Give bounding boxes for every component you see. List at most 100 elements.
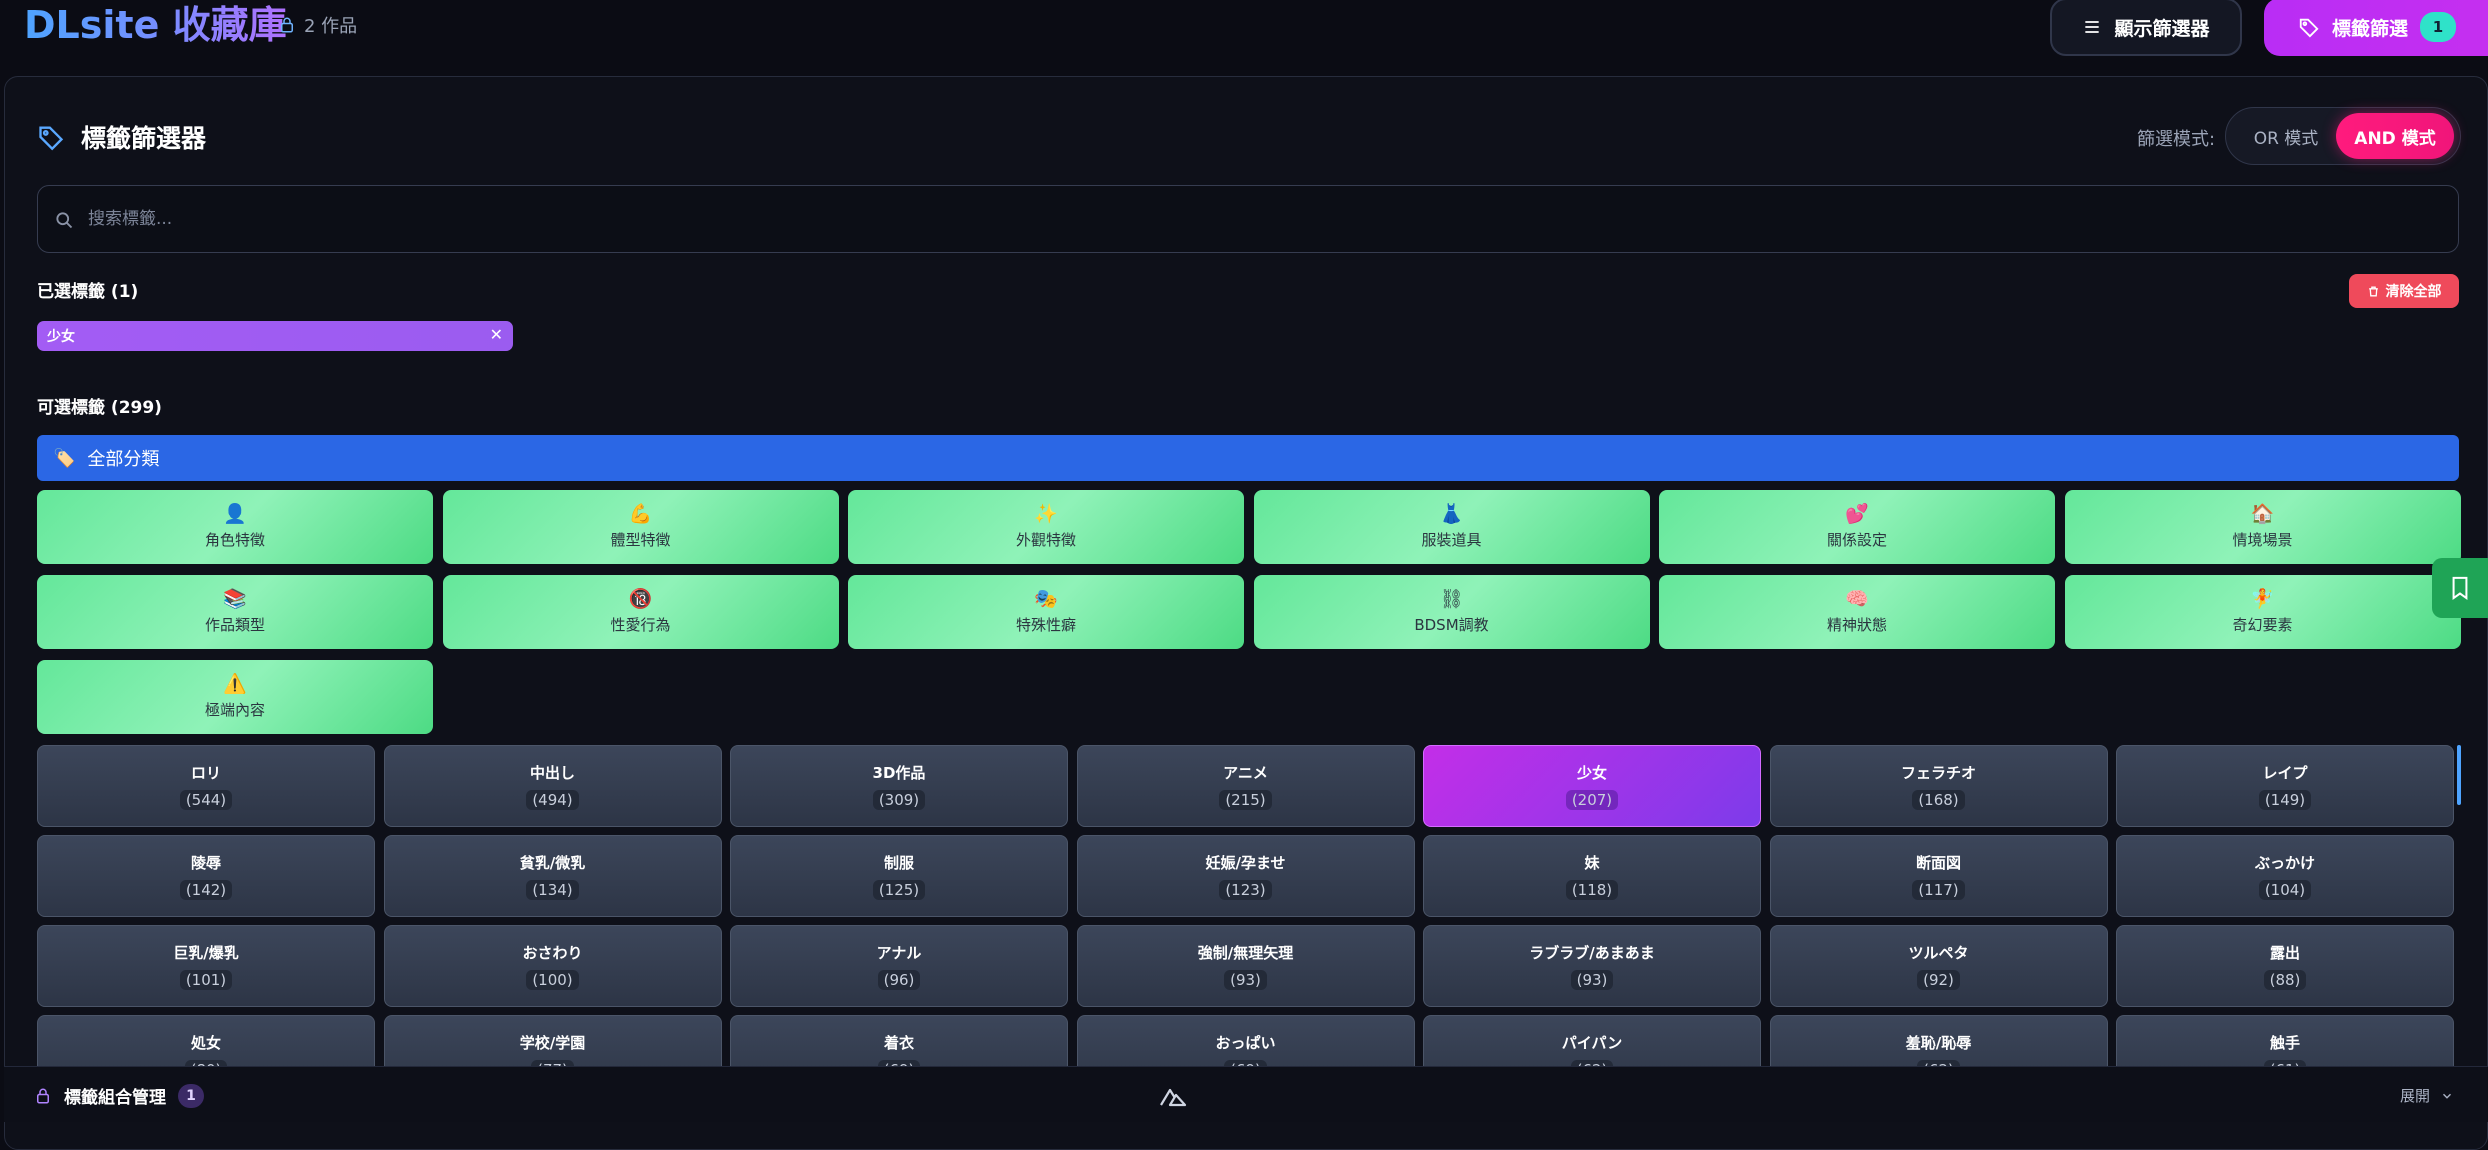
chevron-down-icon bbox=[2443, 1093, 2452, 1099]
tag-button[interactable]: ロリ (544) bbox=[37, 745, 375, 827]
clear-all-button[interactable]: 清除全部 bbox=[2349, 274, 2459, 308]
tag-count: (93) bbox=[1224, 970, 1267, 990]
tag-filter-button[interactable]: 標籤篩選 1 bbox=[2264, 0, 2488, 56]
category-button[interactable]: 💪 體型特徵 bbox=[442, 490, 839, 564]
filter-mode-toggle: OR 模式 AND 模式 bbox=[2225, 107, 2461, 165]
selected-tag-chip: 少女 ✕ bbox=[37, 321, 513, 351]
tag-button[interactable]: 中出し (494) bbox=[383, 745, 722, 827]
show-filter-button[interactable]: 顯示篩選器 bbox=[2050, 0, 2242, 56]
category-icon: ✨ bbox=[1034, 503, 1058, 525]
category-button[interactable]: ⚠️ 極端內容 bbox=[37, 660, 433, 734]
tag-name: フェラチオ bbox=[1900, 764, 1976, 782]
tag-name: ロリ bbox=[190, 764, 221, 782]
tag-button[interactable]: 巨乳/爆乳 (101) bbox=[37, 925, 375, 1007]
tag-filter-badge: 1 bbox=[2420, 12, 2457, 42]
tag-count: (168) bbox=[1912, 790, 1965, 810]
tag-name: 妊娠/孕ませ bbox=[1205, 854, 1286, 872]
category-label: 體型特徵 bbox=[610, 531, 671, 549]
tag-icon bbox=[39, 126, 64, 151]
tag-button[interactable]: 貧乳/微乳 (134) bbox=[383, 835, 722, 917]
tag-name: 羞恥/恥辱 bbox=[1905, 1034, 1972, 1052]
tag-search-input[interactable] bbox=[88, 186, 2448, 252]
tag-name: 強制/無理矢理 bbox=[1197, 944, 1294, 962]
tag-search-box bbox=[37, 185, 2459, 253]
category-button[interactable]: 👤 角色特徵 bbox=[37, 490, 433, 564]
category-button[interactable]: 🎭 特殊性癖 bbox=[848, 575, 1244, 649]
tag-button[interactable]: ラブラブ/あまあま (93) bbox=[1423, 925, 1761, 1007]
clear-all-label: 清除全部 bbox=[2385, 284, 2442, 300]
category-label: 外觀特徵 bbox=[1015, 531, 1076, 549]
tag-button[interactable]: 3D作品 (309) bbox=[730, 745, 1068, 827]
tag-button[interactable]: 妊娠/孕ませ (123) bbox=[1076, 835, 1415, 917]
tag-name: 貧乳/微乳 bbox=[519, 854, 586, 872]
tag-button[interactable]: 断面図 (117) bbox=[1769, 835, 2108, 917]
category-button[interactable]: 🏠 情境場景 bbox=[2064, 490, 2461, 564]
panel-title-text: 標籤篩選器 bbox=[81, 124, 207, 153]
category-button[interactable]: 👗 服裝道具 bbox=[1253, 490, 1650, 564]
tag-count: (100) bbox=[526, 970, 579, 990]
tag-name: 露出 bbox=[2269, 944, 2300, 962]
tag-name: レイプ bbox=[2262, 764, 2308, 782]
category-button[interactable]: 📚 作品類型 bbox=[37, 575, 433, 649]
tag-button[interactable]: 妹 (118) bbox=[1423, 835, 1761, 917]
category-icon: 👗 bbox=[1439, 503, 1464, 525]
nuxt-logo-icon[interactable] bbox=[1158, 1085, 1188, 1109]
tag-button[interactable]: おさわり (100) bbox=[383, 925, 722, 1007]
tag-count: (142) bbox=[179, 880, 233, 900]
tag-button[interactable]: 少女 (207) bbox=[1423, 745, 1761, 827]
bookmark-button[interactable] bbox=[2432, 558, 2488, 618]
category-icon: 🏠 bbox=[2250, 503, 2275, 525]
category-icon: 👤 bbox=[223, 503, 247, 525]
tag-count: (117) bbox=[1912, 880, 1965, 900]
tag-name: 妹 bbox=[1584, 854, 1600, 872]
tag-button[interactable]: 制服 (125) bbox=[730, 835, 1068, 917]
tag-count: (101) bbox=[179, 970, 233, 990]
tag-filter-panel: 標籤篩選器 篩選模式: OR 模式 AND 模式 已選標籤 (1) 清除全部 少… bbox=[4, 76, 2488, 1150]
and-mode-button[interactable]: AND 模式 bbox=[2336, 113, 2454, 159]
tag-name: 少女 bbox=[1576, 764, 1607, 782]
tag-button[interactable]: 強制/無理矢理 (93) bbox=[1076, 925, 1415, 1007]
category-button[interactable]: ✨ 外觀特徵 bbox=[848, 490, 1244, 564]
category-button[interactable]: 💕 關係設定 bbox=[1659, 490, 2055, 564]
tag-button[interactable]: 陵辱 (142) bbox=[37, 835, 375, 917]
tag-button[interactable]: アニメ (215) bbox=[1076, 745, 1415, 827]
tag-count: (92) bbox=[1917, 970, 1960, 990]
app-title: DLsite 收藏庫 bbox=[24, 3, 287, 47]
category-button[interactable]: 🧚 奇幻要素 bbox=[2064, 575, 2461, 649]
category-label: 特殊性癖 bbox=[1015, 616, 1076, 634]
tag-count: (207) bbox=[1565, 790, 1619, 810]
all-categories-bar[interactable]: 🏷️ 全部分類 bbox=[37, 435, 2459, 481]
tag-count: (96) bbox=[877, 970, 921, 990]
expand-button[interactable]: 展開 bbox=[2400, 1085, 2454, 1106]
tag-count: (125) bbox=[872, 880, 926, 900]
category-label: 極端內容 bbox=[204, 701, 265, 719]
tag-name: アナル bbox=[876, 944, 922, 962]
tag-combo-badge: 1 bbox=[178, 1083, 204, 1108]
tag-grid-scrollbar[interactable] bbox=[2457, 745, 2461, 805]
tag-name: 陵辱 bbox=[190, 854, 221, 872]
search-icon bbox=[56, 212, 73, 229]
tag-button[interactable]: 露出 (88) bbox=[2116, 925, 2454, 1007]
work-count: 2 作品 bbox=[278, 12, 357, 38]
tag-button[interactable]: レイプ (149) bbox=[2116, 745, 2454, 827]
expand-label: 展開 bbox=[2400, 1087, 2431, 1105]
tag-count: (123) bbox=[1219, 880, 1272, 900]
category-button[interactable]: ⛓ BDSM調教 bbox=[1253, 575, 1650, 649]
menu-icon bbox=[2085, 21, 2100, 33]
tag-count: (544) bbox=[179, 790, 233, 810]
tag-button[interactable]: フェラチオ (168) bbox=[1769, 745, 2108, 827]
tag-combo-manager[interactable]: 標籤組合管理 1 bbox=[34, 1083, 204, 1108]
tag-button[interactable]: ぶっかけ (104) bbox=[2116, 835, 2454, 917]
tag-button[interactable]: ツルペタ (92) bbox=[1769, 925, 2108, 1007]
tag-count: (93) bbox=[1570, 970, 1614, 990]
or-mode-button[interactable]: OR 模式 bbox=[2232, 114, 2340, 158]
category-button[interactable]: 🔞 性愛行為 bbox=[442, 575, 839, 649]
label-tag-icon: 🏷️ bbox=[53, 447, 76, 469]
show-filter-label: 顯示篩選器 bbox=[2114, 17, 2210, 40]
tag-button[interactable]: アナル (96) bbox=[730, 925, 1068, 1007]
tag-name: 触手 bbox=[2269, 1034, 2300, 1052]
category-label: 作品類型 bbox=[204, 616, 265, 634]
category-button[interactable]: 🧠 精神狀態 bbox=[1659, 575, 2055, 649]
tag-count: (134) bbox=[526, 880, 579, 900]
remove-tag-icon[interactable]: ✕ bbox=[490, 325, 503, 344]
